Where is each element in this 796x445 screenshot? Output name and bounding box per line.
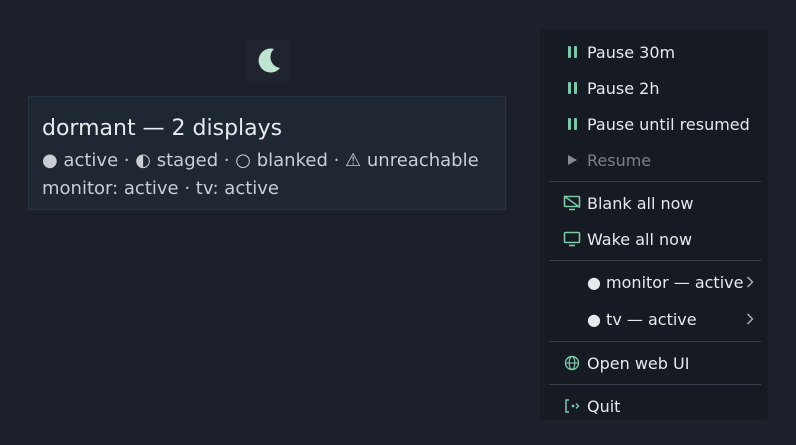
status-tooltip: dormant — 2 displays ● active · ◐ staged…: [28, 96, 506, 210]
quit-label: Quit: [587, 396, 621, 416]
pause-2h-label: Pause 2h: [587, 78, 660, 98]
resume-item: Resume: [540, 142, 768, 178]
menu-separator: [549, 181, 761, 182]
exit-icon: [562, 388, 582, 420]
tray-context-menu: Pause 30m Pause 2h Pause until resumed R…: [540, 30, 768, 420]
menu-separator: [549, 384, 761, 385]
resume-label: Resume: [587, 150, 652, 170]
tooltip-status: monitor: active · tv: active: [42, 178, 279, 199]
globe-icon: [562, 345, 582, 381]
menu-separator: [549, 260, 761, 261]
pause-icon: [562, 70, 582, 106]
monitor-submenu-item[interactable]: ● monitor — active: [540, 264, 768, 301]
open-web-ui-label: Open web UI: [587, 353, 690, 373]
wake-all-label: Wake all now: [587, 229, 693, 249]
open-web-ui-item[interactable]: Open web UI: [540, 345, 768, 381]
pause-30m-label: Pause 30m: [587, 42, 676, 62]
tooltip-legend: ● active · ◐ staged · ○ blanked · ⚠ unre…: [42, 150, 479, 171]
pause-2h-item[interactable]: Pause 2h: [540, 70, 768, 106]
chevron-right-icon: [746, 301, 754, 337]
monitor-icon: [562, 221, 582, 257]
blank-all-label: Blank all now: [587, 193, 694, 213]
play-icon: [562, 142, 582, 178]
tray-icon-moon[interactable]: [246, 40, 290, 82]
quit-item[interactable]: Quit: [540, 388, 768, 420]
pause-icon: [562, 34, 582, 70]
tv-submenu-label: ● tv — active: [587, 310, 697, 329]
monitor-submenu-label: ● monitor — active: [587, 273, 744, 292]
pause-until-resumed-label: Pause until resumed: [587, 114, 750, 134]
pause-until-resumed-item[interactable]: Pause until resumed: [540, 106, 768, 142]
blank-all-item[interactable]: Blank all now: [540, 185, 768, 221]
monitor-off-icon: [562, 185, 582, 221]
pause-icon: [562, 106, 582, 142]
tooltip-title: dormant — 2 displays: [42, 116, 283, 141]
chevron-right-icon: [746, 264, 754, 300]
moon-icon: [258, 48, 280, 73]
wake-all-item[interactable]: Wake all now: [540, 221, 768, 257]
menu-separator: [549, 341, 761, 342]
tv-submenu-item[interactable]: ● tv — active: [540, 301, 768, 338]
pause-30m-item[interactable]: Pause 30m: [540, 34, 768, 70]
